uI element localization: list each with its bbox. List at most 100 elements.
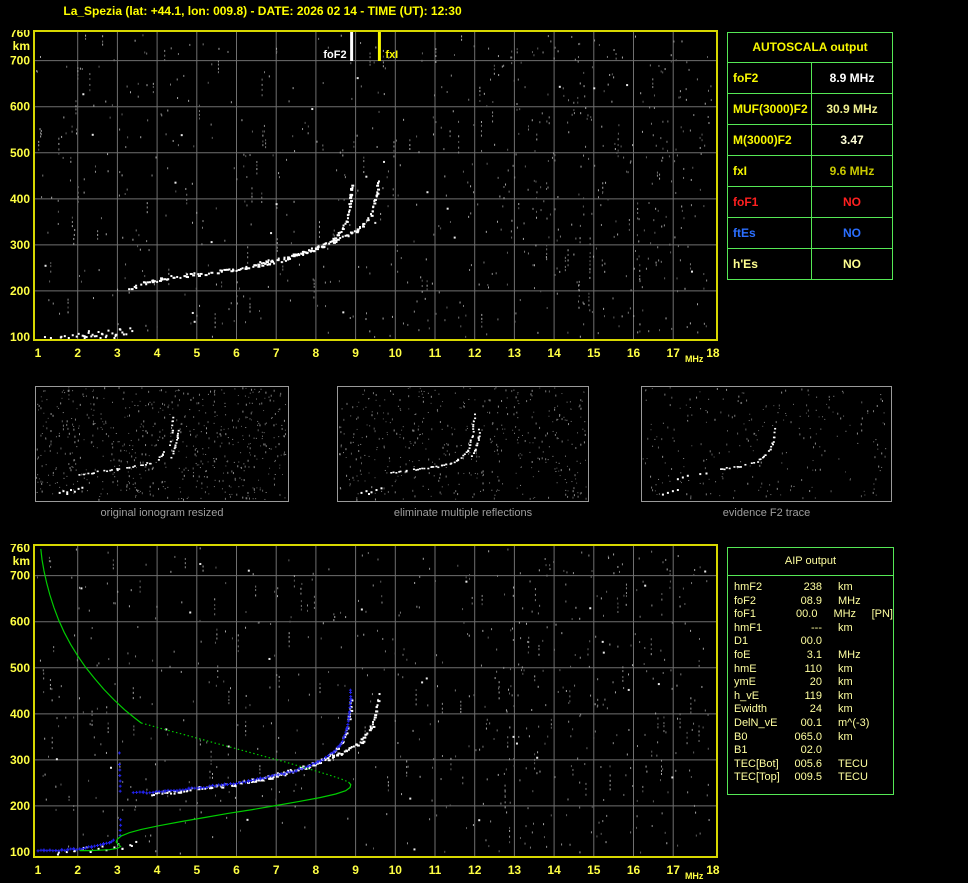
autoscala-param-value: NO <box>843 195 861 209</box>
autoscala-row: MUF(3000)F2 30.9 MHz <box>728 94 892 125</box>
profile-plot: 760700600500400300200100km1 2 3 4 5 6 7 8 9 10 11 1… <box>10 544 720 881</box>
thumbnail-evidence-f2: evidence F2 trace <box>641 386 892 519</box>
y-tick-label: 700 <box>10 569 30 583</box>
thumbnail-eliminate-multiples-image <box>337 386 589 502</box>
x-tick-label: 10 <box>389 346 403 360</box>
x-tick-label: 13 <box>508 863 522 877</box>
aip-param-name: TEC[Top] <box>734 771 780 784</box>
aip-row: B1 02.0 <box>728 744 893 758</box>
aip-param-unit: km <box>838 662 853 675</box>
aip-param-value: 00.0 <box>796 608 818 621</box>
aip-param-value: 02.0 <box>800 744 822 757</box>
x-tick-label: 17 <box>667 346 681 360</box>
autoscala-param-value: 3.47 <box>840 133 864 147</box>
autoscala-param-name: foF1 <box>728 187 812 217</box>
thumbnail-caption-original: original ionogram resized <box>100 507 224 519</box>
aip-param-name: D1 <box>734 635 749 648</box>
ionogram-plot: foF2 fxI760700600500400300200100km1 2 3 4 5 6 7… <box>10 30 720 364</box>
marker-label-fxI: fxI <box>385 49 398 61</box>
x-tick-label: 14 <box>547 863 561 877</box>
y-tick-label: 400 <box>10 192 30 206</box>
y-tick-label: 100 <box>10 330 30 344</box>
aip-param-unit: km <box>838 689 853 702</box>
aip-param-value: 119 <box>804 689 822 702</box>
autoscala-param-name: ftEs <box>728 218 812 248</box>
x-tick-label: 3 <box>114 346 121 360</box>
aip-row: hmF1 --- km <box>728 622 893 636</box>
aip-row: TEC[Top] 009.5 TECU <box>728 771 893 785</box>
aip-param-unit <box>838 744 874 758</box>
autoscala-param-name: foF2 <box>728 63 812 93</box>
aip-param-unit: m^(-3) <box>838 716 870 729</box>
autoscala-panel-title: AUTOSCALA output <box>728 33 892 63</box>
aip-param-value: 08.9 <box>800 594 822 607</box>
x-tick-label: 9 <box>352 863 359 877</box>
x-tick-label: 11 <box>429 863 442 877</box>
aip-param-unit: km <box>838 581 853 593</box>
autoscala-param-value: NO <box>843 257 861 271</box>
x-tick-label: 5 <box>193 346 200 360</box>
y-axis-unit: km <box>13 554 30 568</box>
x-tick-label: 2 <box>74 346 81 360</box>
x-tick-label: 4 <box>154 863 161 877</box>
aip-param-value: 238 <box>803 581 822 593</box>
aip-param-name: h_vE <box>734 689 760 702</box>
aip-row: hmF2 238 km <box>728 581 893 595</box>
x-tick-label: 5 <box>193 863 200 877</box>
thumbnail-evidence-f2-image <box>641 386 892 502</box>
autoscala-output-panel: AUTOSCALA output foF2 8.9 MHz MUF(3000)F2 3… <box>727 32 893 280</box>
aip-param-unit: km <box>838 703 853 716</box>
y-tick-label: 100 <box>10 845 30 859</box>
x-tick-label: 18 <box>706 863 720 877</box>
aip-param-name: TEC[Bot] <box>734 757 779 770</box>
aip-param-value: 110 <box>804 662 822 675</box>
x-tick-label: 6 <box>233 346 240 360</box>
x-tick-label: 4 <box>154 346 161 360</box>
x-tick-label: 14 <box>547 346 561 360</box>
y-tick-label: 300 <box>10 753 30 767</box>
aip-param-name: hmE <box>734 662 757 675</box>
aip-row: foF2 08.9 MHz <box>728 595 893 609</box>
x-tick-label: 10 <box>389 863 403 877</box>
aip-param-unit: km <box>838 676 853 689</box>
autoscala-row: fxI 9.6 MHz <box>728 156 892 187</box>
thumbnail-original-ionogram-image <box>35 386 289 502</box>
aip-row: h_vE 119 km <box>728 690 893 704</box>
autoscala-param-name: h'Es <box>728 249 812 279</box>
autoscala-screen: La_Spezia (lat: +44.1, lon: 009.8) - DAT… <box>0 0 968 883</box>
y-tick-label: 400 <box>10 707 30 721</box>
y-tick-label: 600 <box>10 100 30 114</box>
thumbnail-eliminate-multiples: eliminate multiple reflections <box>337 386 589 519</box>
aip-param-value: 3.1 <box>806 648 822 661</box>
aip-output-panel: AIP output hmF2 238 km foF2 08.9 MHz foF1 00.0 M… <box>727 547 894 795</box>
aip-param-name: B0 <box>734 730 748 743</box>
station-title: La_Spezia (lat: +44.1, lon: 009.8) - DAT… <box>63 4 462 18</box>
aip-param-unit: MHz <box>838 648 861 661</box>
x-tick-label: 17 <box>667 863 681 877</box>
aip-row: D1 00.0 <box>728 635 893 649</box>
aip-rows: hmF2 238 km foF2 08.9 MHz foF1 00.0 MHz [PN] hmF1 -… <box>728 581 893 785</box>
x-tick-label: 15 <box>587 863 601 877</box>
x-tick-label: 9 <box>352 346 359 360</box>
x-tick-label: 2 <box>74 863 81 877</box>
aip-row: DelN_vE 00.1 m^(-3) <box>728 717 893 731</box>
x-tick-label: 13 <box>508 346 522 360</box>
thumbnail-original-ionogram: original ionogram resized <box>35 386 289 519</box>
aip-row: B0 065.0 km <box>728 731 893 745</box>
y-tick-label: 600 <box>10 615 30 629</box>
aip-row: ymE 20 km <box>728 676 893 690</box>
aip-param-value: 009.5 <box>794 771 822 784</box>
y-tick-label: 200 <box>10 799 30 813</box>
aip-param-name: DelN_vE <box>734 716 778 729</box>
aip-panel-title: AIP output <box>728 548 893 576</box>
x-axis-unit: MHz <box>685 354 704 364</box>
aip-row: TEC[Bot] 005.6 TECU <box>728 758 893 772</box>
aip-param-name: Ewidth <box>734 703 768 716</box>
autoscala-param-value: 30.9 MHz <box>826 102 878 116</box>
y-tick-label: 700 <box>10 54 30 68</box>
autoscala-rows: foF2 8.9 MHz MUF(3000)F2 30.9 MHz M(3000)F2 3… <box>728 63 892 279</box>
x-tick-label: 16 <box>627 346 641 360</box>
aip-param-value: 20 <box>809 676 822 689</box>
aip-param-value: 005.6 <box>794 757 822 770</box>
x-tick-label: 12 <box>468 346 482 360</box>
